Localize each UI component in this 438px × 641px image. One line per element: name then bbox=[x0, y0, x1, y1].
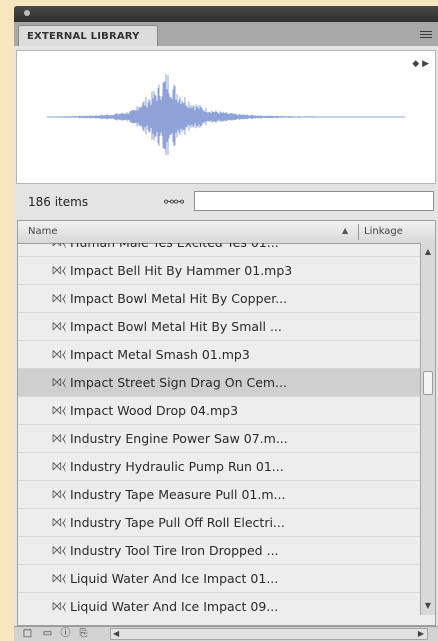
list-rows: ⨝⧼ Human Male Yes Excited Yes 01... ⨝⧼ Impa… bbox=[18, 243, 420, 615]
list-item[interactable]: ⨝⧼ Industry Engine Power Saw 07.m... bbox=[18, 425, 420, 453]
column-header-linkage[interactable]: Linkage bbox=[364, 226, 403, 237]
vertical-scrollbar[interactable]: ▲ ▼ bbox=[420, 243, 435, 615]
list-item-label: Industry Tape Pull Off Roll Electri... bbox=[70, 515, 285, 530]
list-item[interactable]: ⨝⧼ Impact Bowl Metal Hit By Copper... bbox=[18, 285, 420, 313]
list-item-label: Impact Street Sign Drag On Cem... bbox=[70, 375, 287, 390]
list-item-label: Impact Metal Smash 01.mp3 bbox=[70, 347, 250, 362]
close-panel-icon[interactable] bbox=[24, 10, 30, 16]
library-list: Name ▲ Linkage ⨝⧼ Human Male Yes Excited … bbox=[17, 220, 436, 626]
new-symbol-icon[interactable]: □ bbox=[22, 628, 33, 639]
list-item-label: Liquid Water And Ice Impact 01... bbox=[70, 571, 279, 586]
column-divider[interactable] bbox=[358, 224, 359, 240]
list-item-label: Industry Tape Measure Pull 01.m... bbox=[70, 487, 286, 502]
waveform-path bbox=[56, 74, 318, 156]
list-item[interactable]: ⨝⧼ Industry Hydraulic Pump Run 01... bbox=[18, 453, 420, 481]
list-item[interactable]: ⨝⧼ Impact Bowl Metal Hit By Small ... bbox=[18, 313, 420, 341]
tab-external-library[interactable]: EXTERNAL LIBRARY bbox=[18, 25, 158, 46]
library-toolbar: 186 items ⚯⚯ bbox=[14, 186, 438, 218]
panel-content: ◆ ▶ 186 items ⚯⚯ Name ▲ Linkage ⨝⧼ Human … bbox=[14, 46, 438, 641]
scroll-right-icon[interactable]: ▶ bbox=[418, 629, 424, 639]
sound-file-icon: ⨝⧼ bbox=[52, 487, 66, 501]
list-item-label: Liquid Water And Ice Impact 09... bbox=[70, 599, 279, 614]
list-item-label: Impact Bowl Metal Hit By Copper... bbox=[70, 291, 288, 306]
new-folder-icon[interactable]: ▭ bbox=[42, 628, 53, 639]
item-count: 186 items bbox=[28, 195, 89, 209]
search-input[interactable] bbox=[194, 191, 434, 211]
list-item[interactable]: ⨝⧼ Industry Tape Measure Pull 01.m... bbox=[18, 481, 420, 509]
audio-preview: ◆ ▶ bbox=[16, 50, 436, 184]
binoculars-icon: ⚯⚯ bbox=[164, 195, 185, 209]
sound-file-icon: ⨝⧼ bbox=[52, 291, 66, 305]
list-item-label: Industry Engine Power Saw 07.m... bbox=[70, 431, 288, 446]
list-item-label: Industry Tool Tire Iron Dropped ... bbox=[70, 543, 279, 558]
sound-file-icon: ⨝⧼ bbox=[52, 243, 66, 256]
sound-file-icon: ⨝⧼ bbox=[52, 375, 66, 389]
sound-file-icon: ⨝⧼ bbox=[52, 599, 66, 613]
panel-titlebar[interactable] bbox=[14, 6, 438, 22]
sound-file-icon: ⨝⧼ bbox=[52, 571, 66, 585]
sound-file-icon: ⨝⧼ bbox=[52, 403, 66, 417]
list-item[interactable]: ⨝⧼ Liquid Water And Ice Impact 09... bbox=[18, 593, 420, 615]
tab-row: EXTERNAL LIBRARY bbox=[14, 22, 438, 47]
preview-play-controls[interactable]: ◆ ▶ bbox=[412, 59, 429, 69]
list-item-label: Industry Hydraulic Pump Run 01... bbox=[70, 459, 284, 474]
scroll-left-icon[interactable]: ◀ bbox=[113, 629, 119, 639]
panel-menu-icon[interactable] bbox=[418, 29, 432, 39]
sound-file-icon: ⨝⧼ bbox=[52, 459, 66, 473]
list-item[interactable]: ⨝⧼ Industry Tape Pull Off Roll Electri... bbox=[18, 509, 420, 537]
list-item-label: Impact Bowl Metal Hit By Small ... bbox=[70, 319, 282, 334]
sort-arrow-icon[interactable]: ▲ bbox=[342, 226, 348, 235]
list-item-label: Human Male Yes Excited Yes 01... bbox=[70, 243, 279, 256]
waveform bbox=[47, 74, 405, 156]
scroll-up-icon[interactable]: ▲ bbox=[421, 245, 435, 259]
list-item[interactable]: ⨝⧼ Liquid Water And Ice Impact 01... bbox=[18, 565, 420, 593]
sound-file-icon: ⨝⧼ bbox=[52, 347, 66, 361]
sound-file-icon: ⨝⧼ bbox=[52, 263, 66, 277]
list-item[interactable]: ⨝⧼ Impact Wood Drop 04.mp3 bbox=[18, 397, 420, 425]
sound-file-icon: ⨝⧼ bbox=[52, 319, 66, 333]
sound-file-icon: ⨝⧼ bbox=[52, 543, 66, 557]
scroll-down-icon[interactable]: ▼ bbox=[421, 599, 435, 613]
list-item[interactable]: ⨝⧼ Impact Street Sign Drag On Cem... bbox=[18, 369, 420, 397]
delete-icon[interactable]: ⎘ bbox=[78, 628, 89, 639]
list-item[interactable]: ⨝⧼ Human Male Yes Excited Yes 01... bbox=[18, 243, 420, 257]
column-header-name[interactable]: Name bbox=[28, 226, 58, 237]
external-library-panel: EXTERNAL LIBRARY ◆ ▶ 186 items ⚯⚯ Name ▲… bbox=[14, 6, 438, 641]
properties-icon[interactable]: ⓘ bbox=[60, 628, 71, 639]
sound-file-icon: ⨝⧼ bbox=[52, 515, 66, 529]
panel-bottom-bar: □ ▭ ⓘ ⎘ ◀ ▶ bbox=[14, 626, 438, 641]
list-header: Name ▲ Linkage bbox=[18, 221, 435, 244]
sound-file-icon: ⨝⧼ bbox=[52, 431, 66, 445]
horizontal-scrollbar[interactable]: ◀ ▶ bbox=[110, 628, 428, 640]
list-item-label: Impact Bell Hit By Hammer 01.mp3 bbox=[70, 263, 293, 278]
list-item-label: Impact Wood Drop 04.mp3 bbox=[70, 403, 239, 418]
list-item[interactable]: ⨝⧼ Industry Tool Tire Iron Dropped ... bbox=[18, 537, 420, 565]
scroll-thumb[interactable] bbox=[423, 371, 433, 395]
list-item[interactable]: ⨝⧼ Impact Metal Smash 01.mp3 bbox=[18, 341, 420, 369]
list-item[interactable]: ⨝⧼ Impact Bell Hit By Hammer 01.mp3 bbox=[18, 257, 420, 285]
